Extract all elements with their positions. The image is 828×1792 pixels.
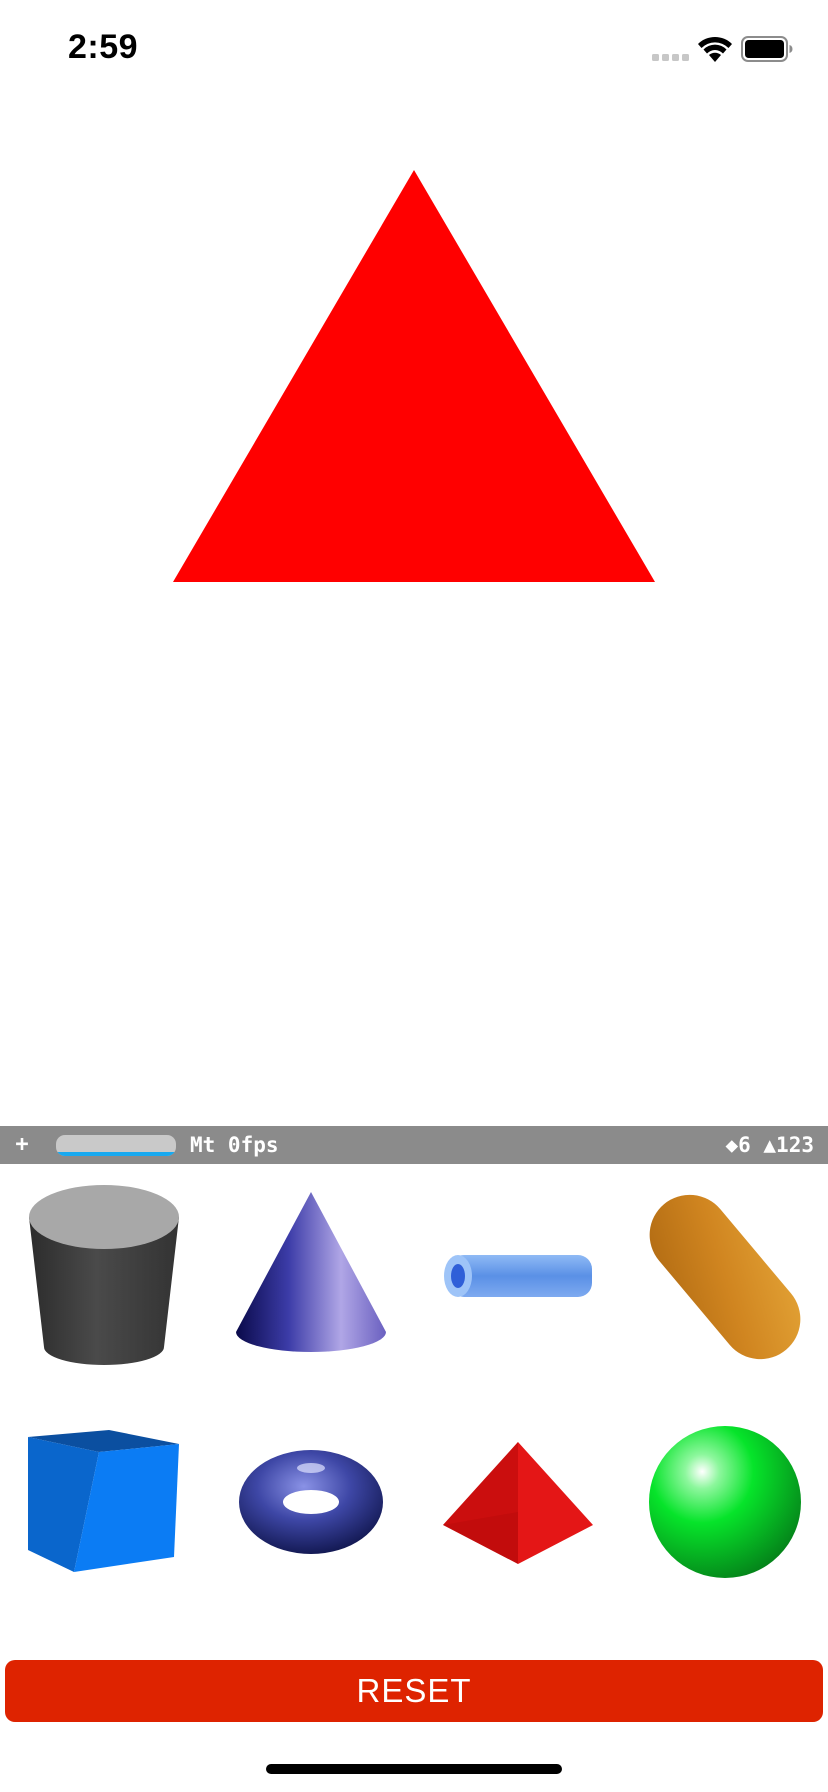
pyramid-icon <box>442 1441 593 1564</box>
status-bar: 2:59 <box>0 0 828 100</box>
scene-view[interactable] <box>0 100 828 1126</box>
torus-icon <box>238 1449 383 1554</box>
cellular-signal-icon <box>652 54 689 61</box>
sphere-icon <box>648 1425 801 1578</box>
shape-button-cylinder[interactable] <box>0 1164 207 1389</box>
wifi-icon <box>698 36 732 62</box>
box-icon <box>27 1429 179 1572</box>
shape-button-capsule[interactable] <box>621 1164 828 1389</box>
reset-button[interactable]: RESET <box>5 1660 823 1722</box>
stats-gauge <box>56 1135 176 1156</box>
cone-icon <box>235 1191 386 1352</box>
shape-grid <box>0 1164 828 1614</box>
stats-fps-text: Mt 0fps <box>190 1133 279 1157</box>
stats-gauge-fill <box>56 1152 176 1156</box>
stats-expand-button[interactable]: + <box>12 1130 32 1160</box>
capsule-icon <box>649 1194 800 1359</box>
shape-button-box[interactable] <box>0 1389 207 1614</box>
shape-button-tube[interactable] <box>414 1164 621 1389</box>
red-triangle-shape <box>173 170 655 582</box>
tube-icon <box>443 1254 592 1297</box>
shape-button-torus[interactable] <box>207 1389 414 1614</box>
battery-icon <box>741 36 793 62</box>
home-indicator[interactable] <box>266 1764 562 1774</box>
cylinder-icon <box>28 1184 179 1365</box>
app-screen: 2:59 + Mt 0fps ◆6 ▲123 RESET <box>0 0 828 1792</box>
shape-button-cone[interactable] <box>207 1164 414 1389</box>
shape-button-sphere[interactable] <box>621 1389 828 1614</box>
status-time: 2:59 <box>68 28 139 66</box>
stats-bar: + Mt 0fps ◆6 ▲123 <box>0 1126 828 1164</box>
stats-counts-text: ◆6 ▲123 <box>725 1133 814 1157</box>
shape-button-pyramid[interactable] <box>414 1389 621 1614</box>
